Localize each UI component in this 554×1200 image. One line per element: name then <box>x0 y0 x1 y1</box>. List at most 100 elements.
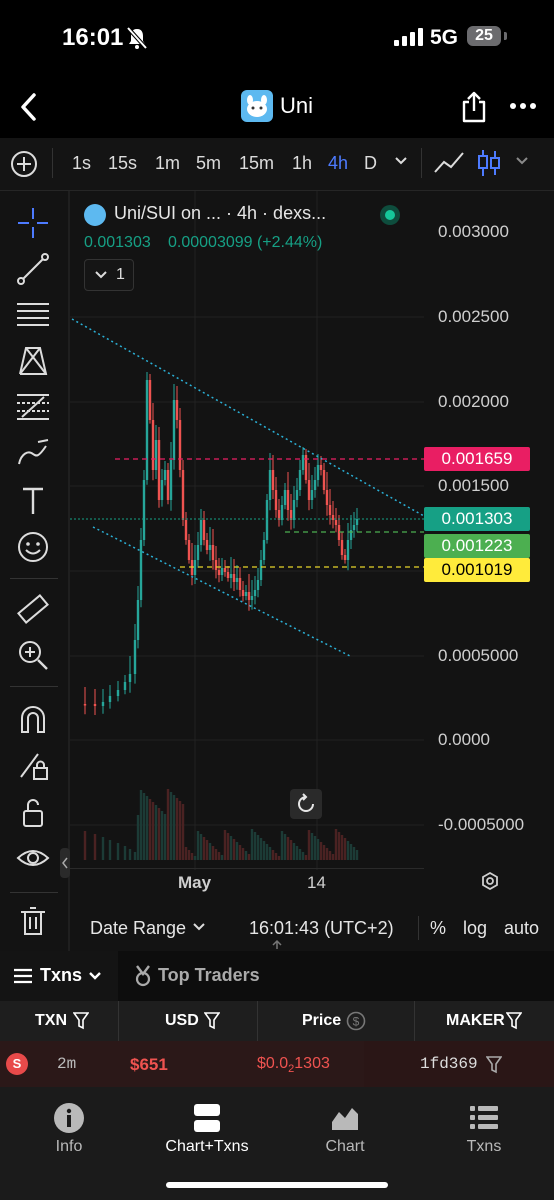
volume-bar <box>175 798 179 860</box>
pattern-icon[interactable] <box>16 344 50 378</box>
candle-body <box>316 465 320 480</box>
timeframe-15m[interactable]: 15m <box>239 153 274 174</box>
volume-bar <box>292 843 296 860</box>
chart-txns-icon <box>194 1104 220 1132</box>
volume-bar <box>355 850 359 860</box>
candle-body <box>136 600 140 640</box>
filter-icon[interactable] <box>73 1012 89 1030</box>
add-icon[interactable] <box>10 150 38 178</box>
txn-maker[interactable]: 1fd369 <box>420 1055 478 1073</box>
nav-info[interactable] <box>0 1102 138 1139</box>
filter-icon[interactable] <box>486 1056 502 1074</box>
candle-body <box>160 480 164 500</box>
candle-body <box>295 490 299 500</box>
reset-chart-button[interactable] <box>290 789 322 819</box>
candle-body <box>328 505 332 515</box>
timeframe-1m[interactable]: 1m <box>155 153 180 174</box>
nav-chart-txns-label[interactable]: Chart+Txns <box>138 1138 276 1156</box>
timeframe-1s[interactable]: 1s <box>72 153 91 174</box>
volume-bar <box>280 831 284 860</box>
horizontal-lines-icon[interactable] <box>16 298 50 332</box>
line-chart-icon[interactable] <box>433 150 465 176</box>
back-button[interactable] <box>14 90 44 124</box>
volume-bar <box>178 801 182 860</box>
pair-logo <box>84 204 106 226</box>
volume-bar <box>157 808 161 860</box>
volume-bar <box>298 849 302 860</box>
nav-chart-txns[interactable] <box>138 1102 276 1139</box>
candle-body <box>151 420 155 470</box>
candle-body <box>133 640 137 674</box>
trend-line-icon[interactable] <box>16 252 50 286</box>
date-range-button[interactable]: Date Range <box>90 918 186 939</box>
volume-bar <box>220 855 224 860</box>
column-header-maker: MAKER <box>446 1012 505 1029</box>
emoji-icon[interactable] <box>16 530 50 564</box>
filter-icon[interactable] <box>506 1012 522 1030</box>
candle-body <box>244 592 248 596</box>
nav-info-label[interactable]: Info <box>0 1138 138 1156</box>
nav-chart-label[interactable]: Chart <box>276 1138 414 1156</box>
chevron-down-icon[interactable] <box>394 156 408 166</box>
legend-change: 0.00003099 (+2.44%) <box>168 234 323 251</box>
nav-txns-label[interactable]: Txns <box>415 1138 553 1156</box>
unlock-icon[interactable] <box>16 796 50 830</box>
price-axis-label: -0.0005000 <box>438 815 525 834</box>
candle-body <box>322 470 326 490</box>
chart-legend-title[interactable]: Uni/SUI on ... · 4h · dexs... <box>114 203 326 224</box>
settings-icon[interactable] <box>480 871 500 891</box>
more-options-button[interactable] <box>509 92 537 120</box>
timeframe-5m[interactable]: 5m <box>196 153 221 174</box>
volume-bar <box>307 830 311 860</box>
nav-txns[interactable] <box>415 1102 553 1139</box>
divider <box>10 686 58 687</box>
collapse-toolbar-handle[interactable] <box>60 848 70 878</box>
network-type: 5G <box>430 26 459 49</box>
volume-bar <box>334 829 338 860</box>
volume-bar <box>286 837 290 860</box>
nav-chart[interactable] <box>276 1102 414 1139</box>
timeframe-1h[interactable]: 1h <box>292 153 312 174</box>
magnet-icon[interactable] <box>16 702 50 736</box>
volume-bar <box>196 831 200 860</box>
timeframe-15s[interactable]: 15s <box>108 153 137 174</box>
status-time: 16:01 <box>62 24 124 51</box>
trash-icon[interactable] <box>16 904 50 938</box>
tab-top-traders[interactable]: Top Traders <box>158 965 260 986</box>
green-level-tag: 0.001223 <box>424 534 530 558</box>
ruler-icon[interactable] <box>16 592 50 626</box>
candle-body <box>142 480 146 540</box>
divider <box>418 916 419 940</box>
dollar-circle-icon[interactable]: $ <box>346 1011 366 1031</box>
column-header-price: Price <box>302 1012 342 1029</box>
candle-body <box>154 440 158 470</box>
candle-body <box>256 580 260 590</box>
candle-body <box>280 505 284 520</box>
lock-drawing-icon[interactable] <box>16 748 50 782</box>
chevron-down-icon[interactable] <box>192 922 206 932</box>
brush-icon[interactable] <box>16 436 50 470</box>
candlestick-icon[interactable] <box>477 148 501 178</box>
list-icon <box>14 968 32 984</box>
percent-scale-toggle[interactable]: % <box>430 918 446 939</box>
log-scale-toggle[interactable]: log <box>463 918 487 939</box>
fib-retracement-icon[interactable] <box>16 390 50 424</box>
zoom-in-icon[interactable] <box>16 638 50 672</box>
timeframe-d[interactable]: D <box>364 153 377 174</box>
timeframe-4h[interactable]: 4h <box>328 153 348 174</box>
candle-body <box>307 480 311 500</box>
candle-body <box>128 674 132 682</box>
filter-icon[interactable] <box>204 1012 220 1030</box>
crosshair-icon[interactable] <box>16 206 50 240</box>
share-button[interactable] <box>460 90 488 124</box>
price-axis-label: 0.002500 <box>438 307 509 326</box>
indicators-toggle[interactable]: 1 <box>84 259 134 291</box>
text-icon[interactable] <box>16 484 50 518</box>
chevron-down-icon[interactable] <box>515 156 529 166</box>
auto-scale-toggle[interactable]: auto <box>504 918 539 939</box>
tab-txns[interactable]: Txns <box>0 951 118 1001</box>
volume-bar <box>160 811 164 860</box>
candle-body <box>178 420 182 470</box>
candle-body <box>319 465 323 470</box>
eye-icon[interactable] <box>16 842 50 876</box>
